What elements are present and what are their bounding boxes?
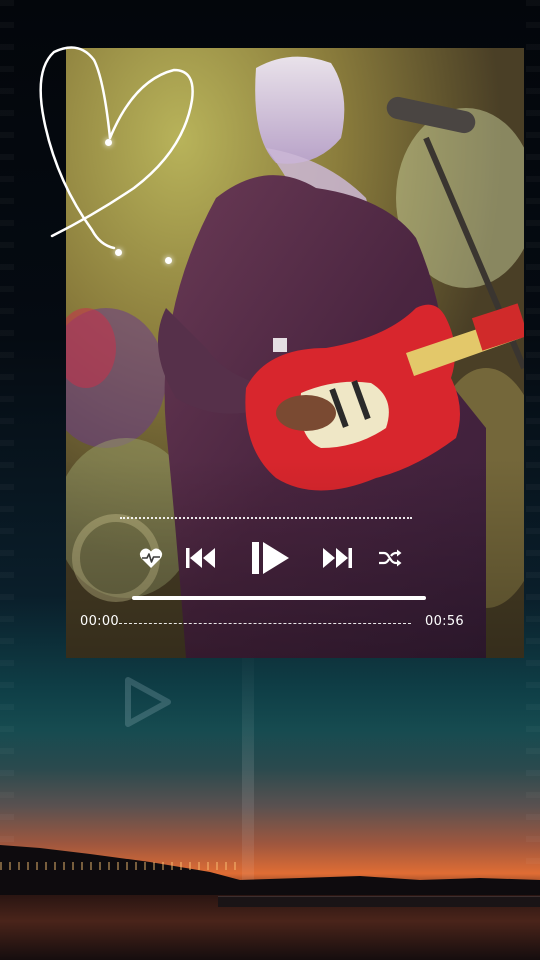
film-strip-left	[0, 0, 14, 960]
horizon-silhouette	[0, 845, 540, 900]
dotted-divider	[120, 517, 412, 519]
shuffle-button[interactable]	[376, 534, 404, 582]
screen: 00:00 00:56	[0, 0, 540, 960]
town-lights	[0, 862, 240, 870]
sparkle-dot	[165, 257, 172, 264]
seek-bar[interactable]	[132, 596, 426, 600]
shuffle-icon	[379, 549, 402, 567]
skip-previous-icon	[186, 548, 215, 568]
total-time: 00:56	[425, 614, 464, 629]
play-icon	[252, 542, 289, 574]
ghost-play-icon	[125, 677, 171, 727]
playback-controls	[130, 534, 410, 582]
time-progress-track[interactable]	[119, 623, 411, 624]
heart-doodle-icon	[39, 46, 194, 250]
pier	[218, 896, 540, 907]
heart-pulse-icon	[139, 548, 163, 568]
current-time: 00:00	[80, 614, 119, 629]
doodle-dot	[115, 249, 122, 256]
doodle-dot	[105, 139, 112, 146]
previous-button[interactable]	[184, 534, 218, 582]
film-strip-right	[526, 0, 540, 960]
skip-next-icon	[323, 548, 352, 568]
like-button[interactable]	[136, 534, 166, 582]
next-button[interactable]	[320, 534, 354, 582]
square-marker	[273, 338, 287, 352]
play-button[interactable]	[248, 534, 292, 582]
